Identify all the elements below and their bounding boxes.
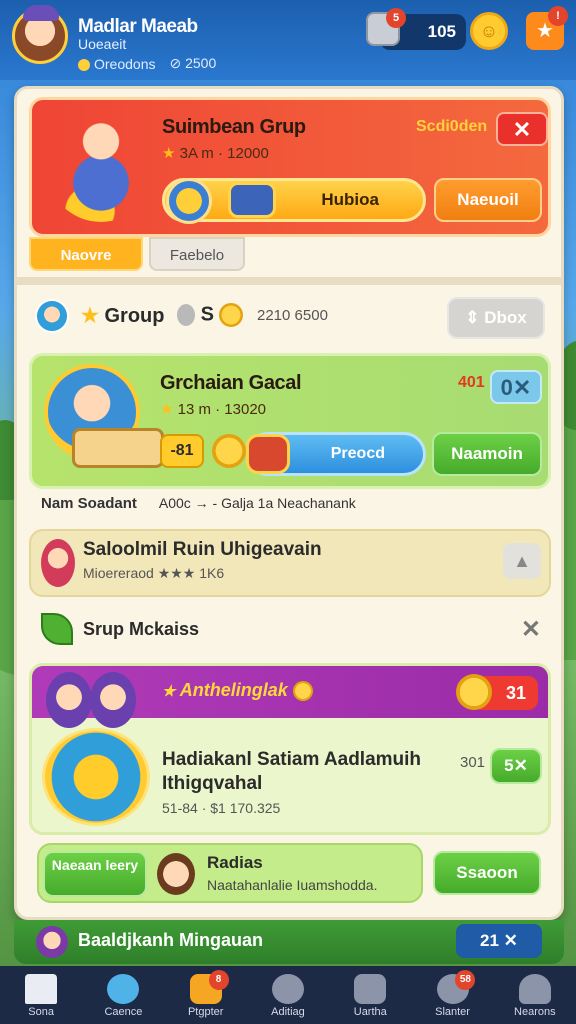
notification-badge: 58 <box>455 970 476 990</box>
tab-active[interactable]: Naovre <box>29 237 143 271</box>
nav-item-team[interactable]: Uartha <box>329 966 411 1024</box>
toy-icon <box>228 182 276 218</box>
girl-illustration <box>46 110 156 222</box>
group-label: ★ Group <box>81 305 165 327</box>
coin-icon <box>78 58 90 71</box>
avatar <box>157 853 195 895</box>
card-title: Radias <box>207 853 263 872</box>
card-title: Grchaian Gacal <box>160 372 302 394</box>
card-title: Suimbean Grup <box>162 116 306 138</box>
card-subtitle: 51-84 · $1 170.325 <box>162 800 281 816</box>
banner-title: Baaldjkanh Mingauan <box>78 930 264 950</box>
player-name: Madlar Maeab <box>78 16 198 37</box>
treasure-illustration <box>42 728 150 826</box>
level-chip: -81 <box>160 434 204 468</box>
characters-illustration <box>46 672 146 732</box>
card-subtitle: Mioereraod ★★★ 1K6 <box>83 565 225 581</box>
team-icon <box>354 974 387 1004</box>
close-button[interactable]: 0✕ <box>490 370 542 404</box>
coin-button[interactable]: ☺ <box>470 12 508 50</box>
player-avatar[interactable] <box>12 5 68 64</box>
notification-badge: 8 <box>208 970 229 990</box>
creature-icon <box>107 974 140 1004</box>
mission-icon <box>271 974 304 1004</box>
stat-2: ⊘ 2500 <box>169 55 217 71</box>
group-header: ★ Group S 2210 6500 ⇕ Dbox <box>35 297 545 339</box>
card-tag: 401 <box>458 374 485 391</box>
star-icon: ★ <box>81 305 99 327</box>
nav-item-shop[interactable]: 8 Ptgpter <box>165 966 247 1024</box>
medal-icon <box>166 178 212 224</box>
group-number: 2210 6500 <box>257 307 328 324</box>
player-subtitle: Uoeaeit <box>78 36 127 52</box>
card-tag: 301 <box>460 754 486 771</box>
trophy-icon <box>246 434 290 474</box>
banner-chip[interactable]: 21 ✕ <box>456 924 542 958</box>
gear-coin-icon <box>212 434 246 468</box>
star-badge: ! <box>548 6 568 26</box>
stat-1: Oreodons <box>78 56 155 72</box>
card-subtitle: Naatahanlalie Iuamshodda. <box>207 877 378 893</box>
close-button[interactable]: ✕ <box>496 112 548 146</box>
s-label: S <box>177 303 244 327</box>
banner-title: ★ Anthelinglak <box>162 680 313 702</box>
card-title: Saloolmil Ruin Uhigeavain <box>83 539 322 560</box>
avatar <box>41 539 75 587</box>
map-icon <box>72 428 164 468</box>
coin-icon <box>456 674 492 710</box>
ruin-card[interactable]: Saloolmil Ruin Uhigeavain Mioereraod ★★★… <box>29 529 551 597</box>
bottom-banner[interactable]: Baaldjkanh Mingauan 21 ✕ <box>14 920 564 964</box>
nav-item-home[interactable]: Sona <box>0 966 82 1024</box>
card-tag: Scdi0den <box>416 118 488 135</box>
star-icon: ★ <box>160 401 174 418</box>
tab-inactive[interactable]: Faebelo <box>149 237 245 271</box>
primary-button[interactable]: Naeaan leery <box>43 851 147 897</box>
coin-icon <box>292 681 313 702</box>
info-line: Nam Soadant A00c → - Galja 1a Neachanank <box>41 495 356 512</box>
gray-coin-icon <box>177 304 195 326</box>
featured-group-card[interactable]: Suimbean Grup ★ 3A m · 12000 Scdi0den ✕ … <box>29 97 551 237</box>
star-icon: ★ <box>162 683 176 700</box>
home-icon <box>25 974 58 1004</box>
close-icon[interactable]: ✕ <box>521 615 541 644</box>
card-title: Hadiakanl Satiam Aadlamuih Ithigqvahal <box>162 749 422 794</box>
card-subtitle: ★ 3A m · 12000 <box>162 145 269 162</box>
main-panel: Suimbean Grup ★ 3A m · 12000 Scdi0den ✕ … <box>14 86 564 920</box>
action-button[interactable]: Naeuoil <box>434 178 542 222</box>
close-button[interactable]: 5✕ <box>490 748 542 784</box>
group-card[interactable]: Grchaian Gacal ★ 13 m · 13020 401 0✕ -81… <box>29 353 551 489</box>
nav-item-battle[interactable]: 58 Slanter <box>411 966 493 1024</box>
top-bar: Madlar Maeab Uoeaeit Oreodons ⊘ 2500 105… <box>0 0 576 80</box>
up-arrow-button[interactable]: ▲ <box>503 543 541 579</box>
action-button[interactable]: Ssaoon <box>433 851 541 895</box>
nav-item-game[interactable]: Caence <box>82 966 164 1024</box>
action-button[interactable]: Naamoin <box>432 432 542 476</box>
leaf-icon <box>41 613 73 645</box>
coin-icon <box>219 303 244 327</box>
profile-icon <box>518 974 551 1004</box>
player-stats: Oreodons ⊘ 2500 <box>78 55 216 72</box>
nav-item-profile[interactable]: Nearons <box>494 966 576 1024</box>
divider <box>17 277 561 285</box>
event-card[interactable]: ★ Anthelinglak 31 Hadiakanl Satiam Aadla… <box>29 663 551 835</box>
radias-card[interactable]: Naeaan leery Radias Naatahanlalie Iuamsh… <box>37 843 423 903</box>
star-icon: ★ <box>162 145 176 162</box>
resource-badge: 5 <box>386 8 406 28</box>
card-subtitle: ★ 13 m · 13020 <box>160 401 267 418</box>
bottom-nav: Sona Caence 8 Ptgpter Aditiag Uartha 58 Sl… <box>0 966 576 1024</box>
section-label: Srup Mckaiss <box>83 619 200 639</box>
avatar <box>35 299 69 333</box>
dbox-button[interactable]: ⇕ Dbox <box>447 297 545 339</box>
nav-item-missions[interactable]: Aditiag <box>247 966 329 1024</box>
section-header: Srup Mckaiss ✕ <box>41 613 541 649</box>
avatar <box>36 926 68 958</box>
